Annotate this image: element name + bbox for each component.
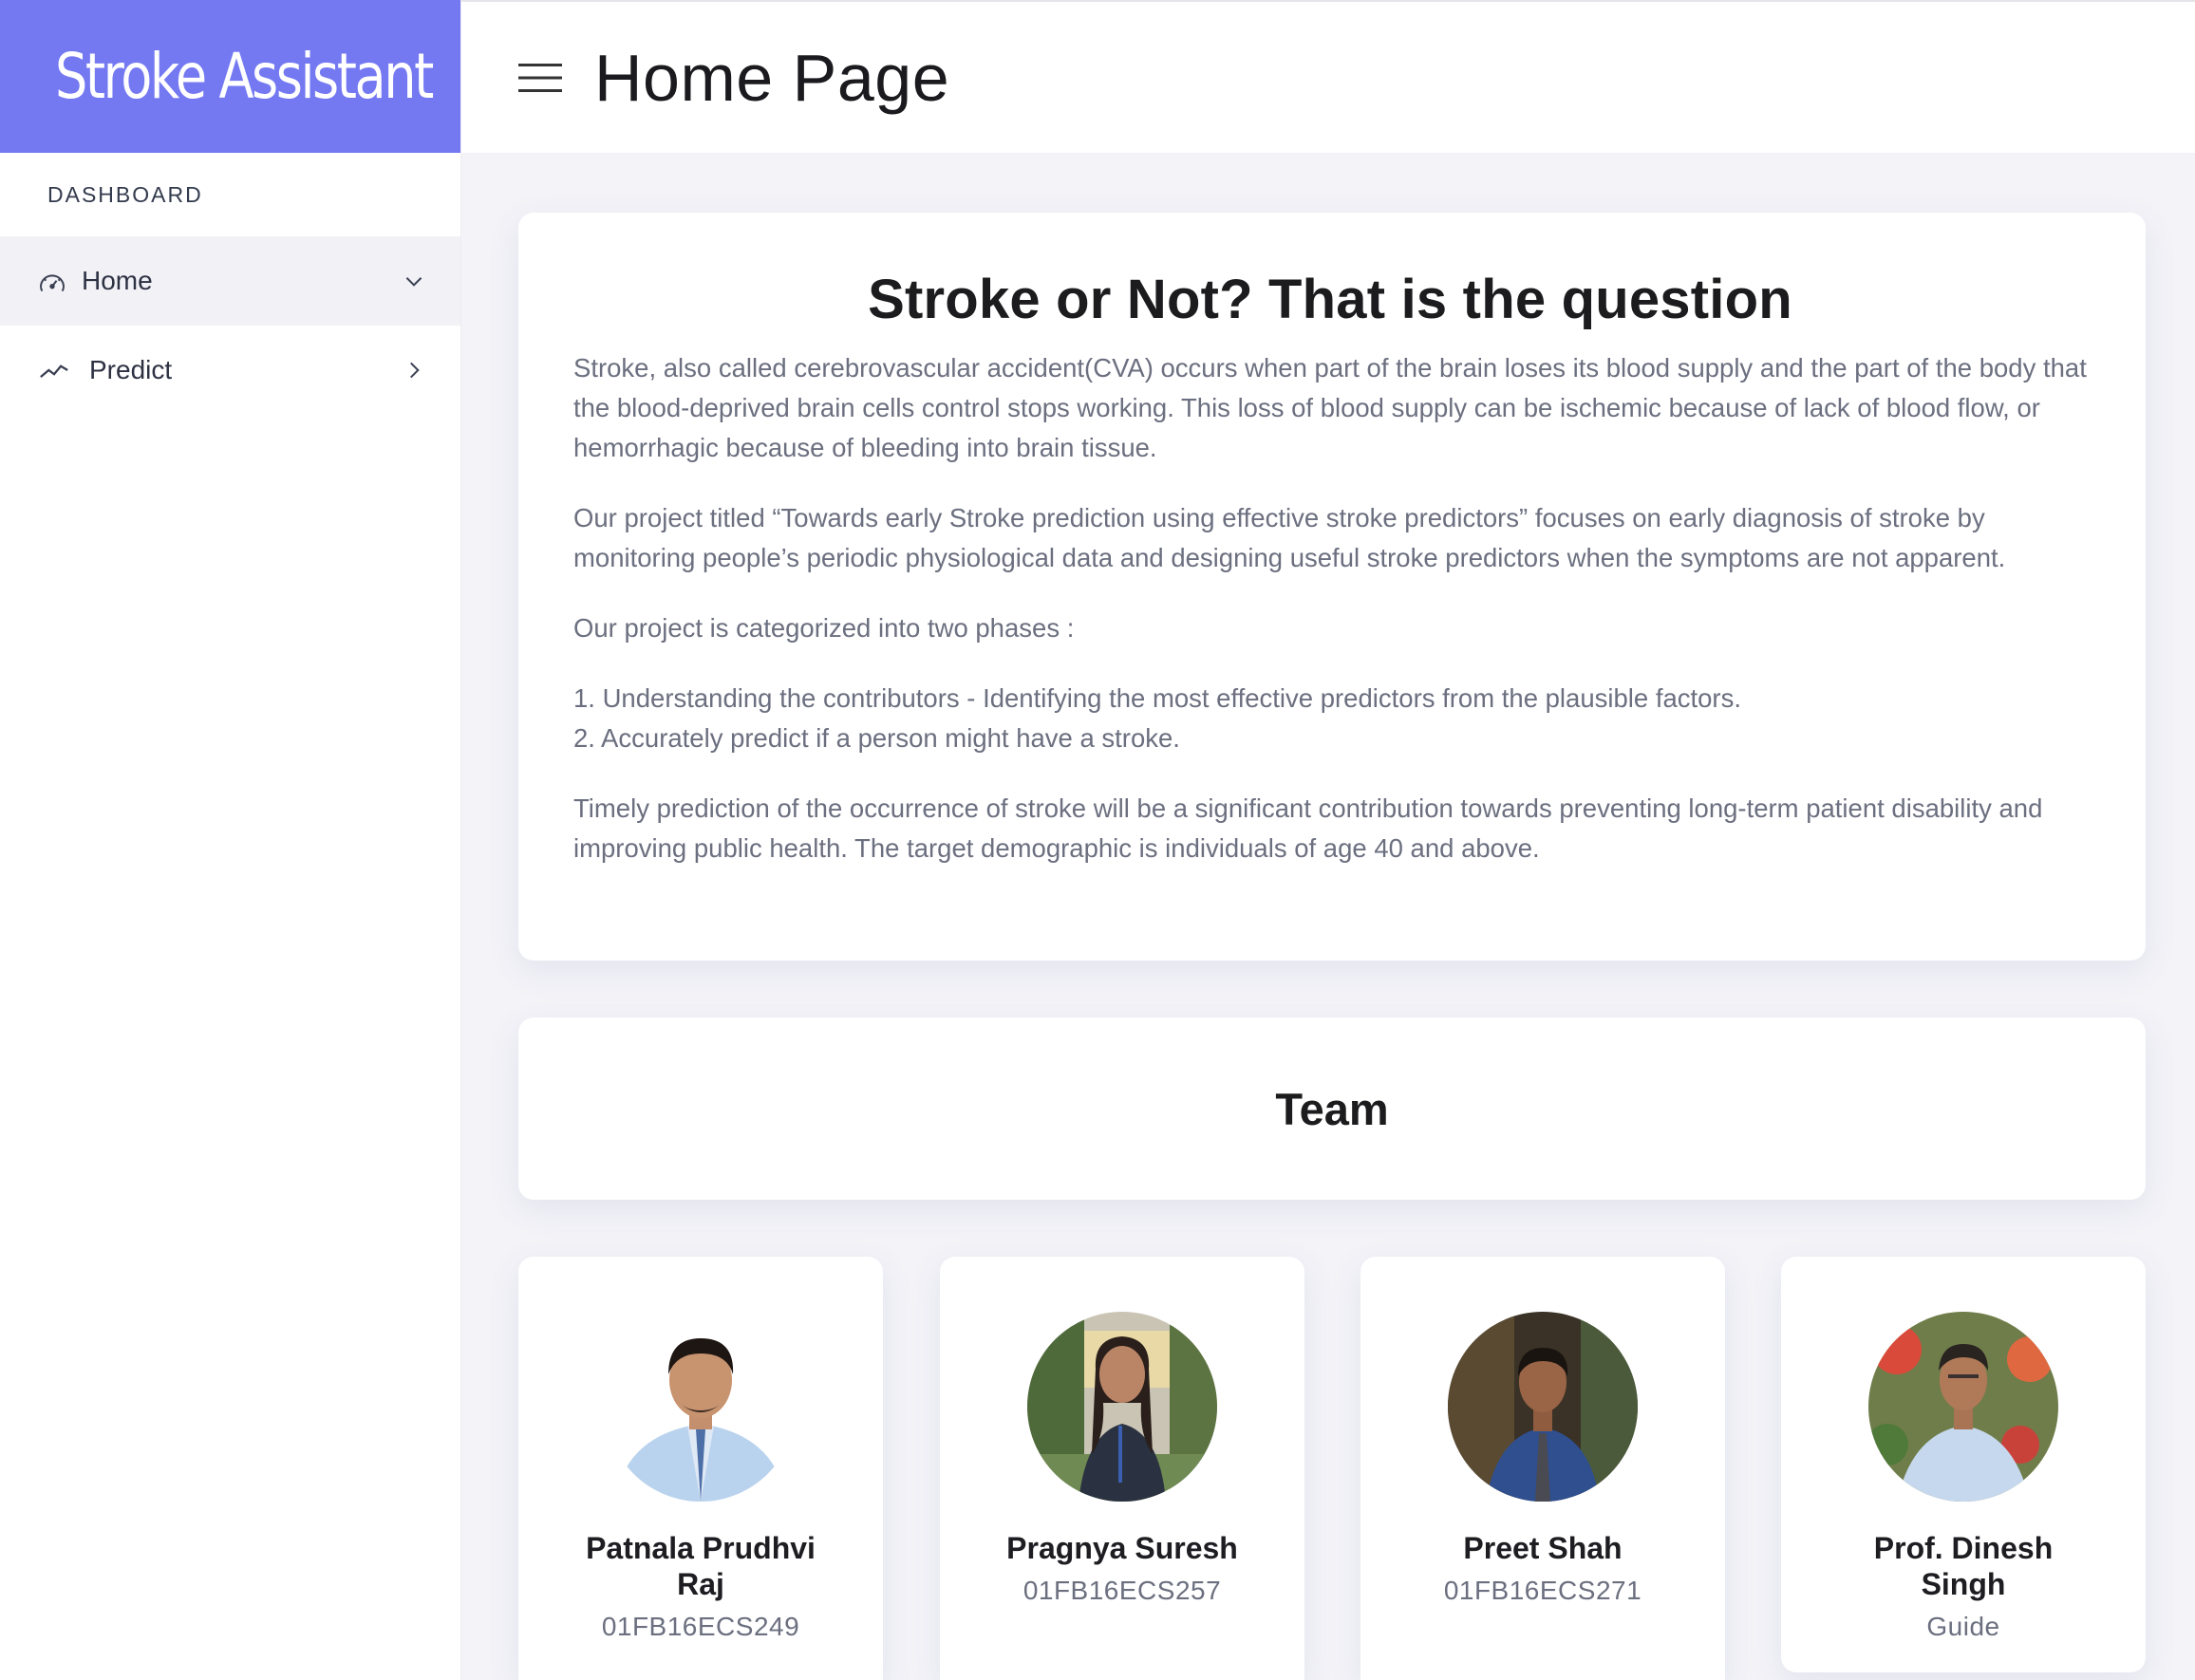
brand-logo-text: Stroke Assistant — [55, 40, 434, 113]
page-title: Home Page — [594, 40, 950, 115]
team-member-card: Patnala Prudhvi Raj 01FB16ECS249 — [518, 1257, 883, 1680]
sidebar-item-label: Home — [82, 266, 153, 295]
member-id: 01FB16ECS249 — [601, 1612, 800, 1641]
member-photo — [606, 1312, 796, 1502]
member-photo — [1448, 1312, 1638, 1502]
member-id: 01FB16ECS271 — [1443, 1576, 1642, 1605]
intro-paragraph: Timely prediction of the occurrence of s… — [573, 793, 2043, 863]
chevron-right-icon — [402, 358, 426, 383]
member-name: Patnala Prudhvi Raj — [586, 1531, 816, 1601]
team-title: Team — [1275, 1083, 1389, 1134]
trend-line-icon — [38, 354, 70, 386]
sidebar-item-home[interactable]: Home — [0, 236, 460, 326]
member-id: 01FB16ECS257 — [1022, 1576, 1222, 1605]
member-name: Pragnya Suresh — [1006, 1531, 1238, 1565]
dashboard-gauge-icon — [36, 265, 68, 297]
member-name: Preet Shah — [1463, 1531, 1623, 1565]
phase-item: 1. Understanding the contributors - Iden… — [573, 683, 1741, 713]
phase-item: 2. Accurately predict if a person might … — [573, 723, 1180, 753]
brand-header[interactable]: Stroke Assistant — [0, 0, 460, 153]
app-root: Stroke Assistant DASHBOARD Home Predict … — [0, 0, 2195, 1680]
intro-paragraph: Our project is categorized into two phas… — [573, 613, 1075, 643]
member-photo — [1868, 1312, 2058, 1502]
team-member-card: Pragnya Suresh 01FB16ECS257 — [940, 1257, 1304, 1680]
sidebar-item-label: Predict — [89, 355, 173, 384]
intro-paragraph: Our project titled “Towards early Stroke… — [573, 503, 2006, 572]
member-role: Guide — [1926, 1612, 2000, 1641]
chevron-down-icon — [402, 269, 426, 293]
team-member-card: Preet Shah 01FB16ECS271 — [1360, 1257, 1725, 1680]
intro-card: Stroke or Not? That is the question Stro… — [518, 213, 2146, 961]
sidebar: Stroke Assistant DASHBOARD Home Predict — [0, 0, 461, 1680]
phases-list: 1. Understanding the contributors - Iden… — [573, 679, 2087, 758]
hamburger-menu-icon[interactable] — [518, 59, 562, 97]
member-name: Prof. Dinesh Singh — [1873, 1531, 2054, 1601]
sidebar-section-label: DASHBOARD — [47, 181, 203, 207]
sidebar-item-predict[interactable]: Predict — [0, 326, 460, 415]
intro-paragraph: Stroke, also called cerebrovascular acci… — [573, 353, 2087, 462]
top-header: Home Page — [461, 0, 2195, 153]
member-photo — [1027, 1312, 1217, 1502]
team-card: Team — [518, 1017, 2146, 1200]
team-member-card: Prof. Dinesh Singh Guide — [1781, 1257, 2146, 1672]
intro-title: Stroke or Not? That is the question — [868, 269, 1792, 330]
